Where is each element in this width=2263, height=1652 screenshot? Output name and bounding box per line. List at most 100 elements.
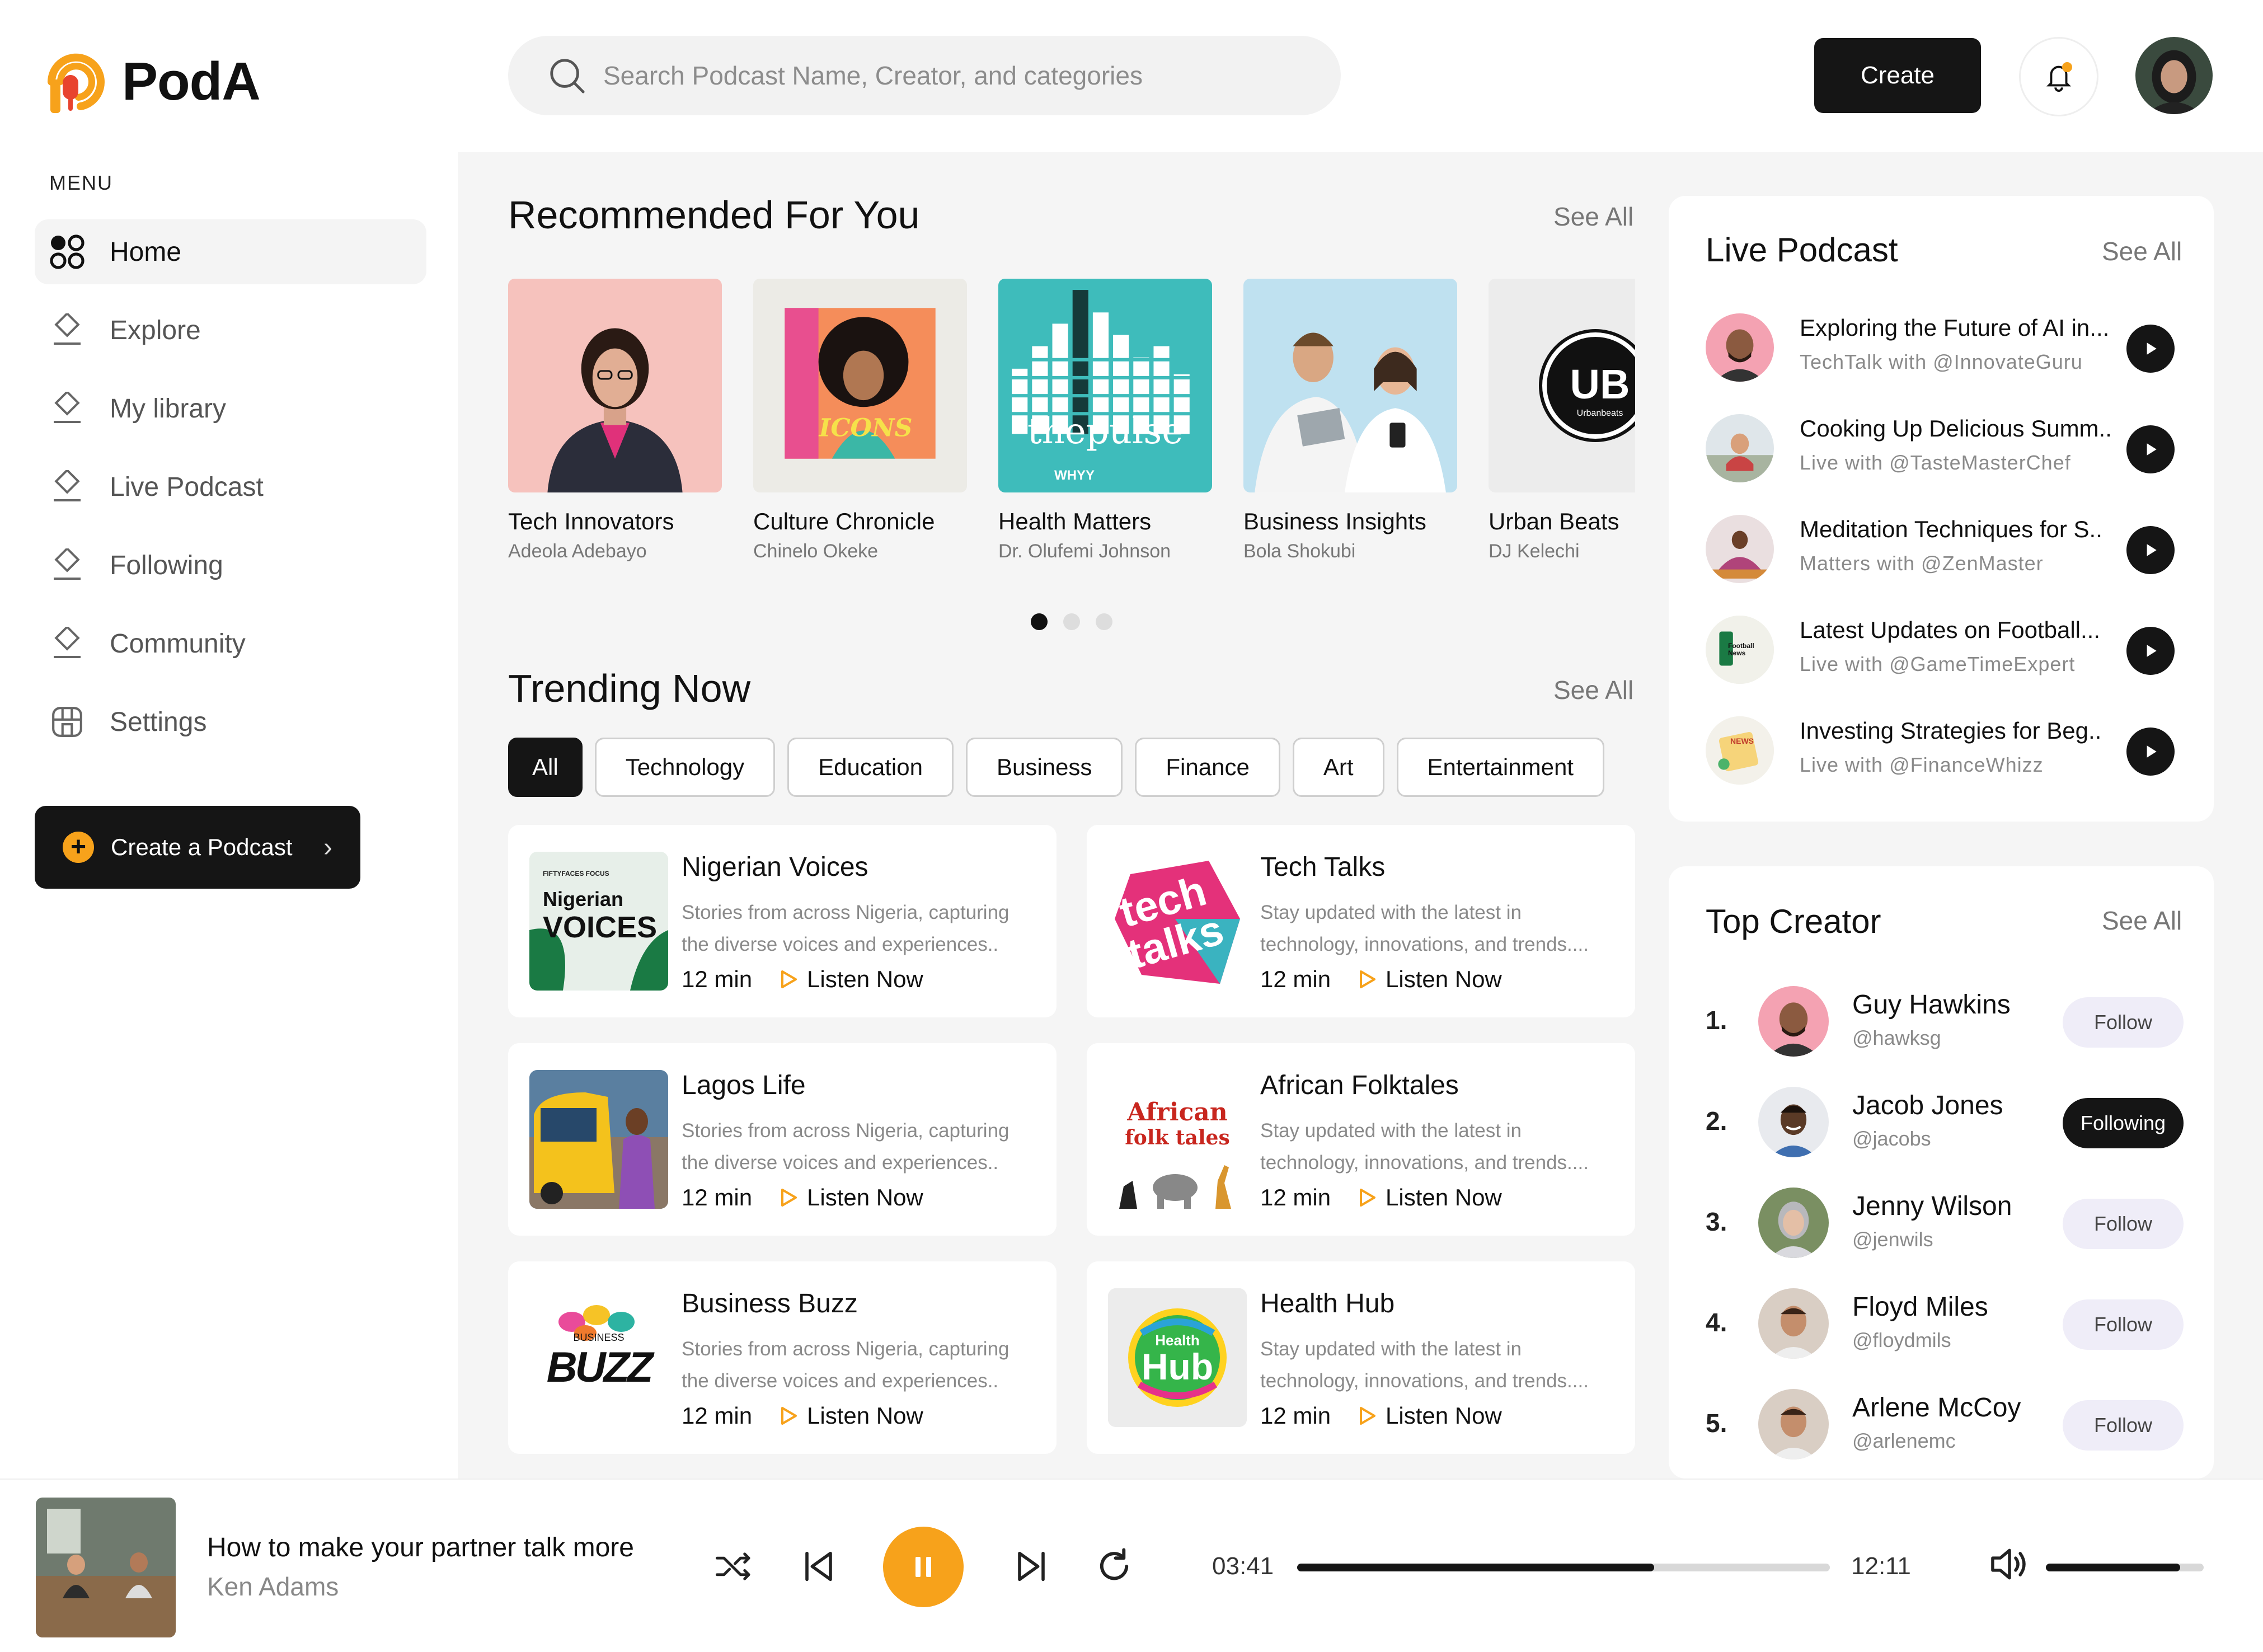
following-button[interactable]: Following [2063, 1098, 2184, 1148]
creator-avatar[interactable] [1758, 1087, 1829, 1157]
category-chip-finance[interactable]: Finance [1135, 738, 1280, 797]
sidebar-item-following[interactable]: Following [35, 533, 426, 598]
listen-now-button[interactable]: Listen Now [1355, 1184, 1502, 1211]
progress-bar[interactable] [1297, 1564, 1830, 1571]
previous-button[interactable] [794, 1541, 844, 1592]
create-podcast-button[interactable]: + Create a Podcast › [35, 806, 360, 889]
recommended-see-all-link[interactable]: See All [1553, 201, 1633, 232]
podcast-cover: ICONS [753, 279, 967, 492]
sidebar-item-live-podcast[interactable]: Live Podcast [35, 454, 426, 519]
brand-name: PodA [122, 51, 261, 111]
follow-button[interactable]: Follow [2063, 1299, 2184, 1350]
follow-button[interactable]: Follow [2063, 1199, 2184, 1249]
repeat-button[interactable] [1089, 1541, 1139, 1592]
notification-dot [2062, 62, 2072, 72]
trending-see-all-link[interactable]: See All [1553, 675, 1633, 705]
play-button[interactable] [2126, 425, 2175, 473]
pause-button[interactable] [883, 1527, 964, 1607]
live-item[interactable]: Exploring the Future of AI in... TechTal… [1706, 311, 2181, 384]
create-button[interactable]: Create [1814, 38, 1981, 113]
volume-slider[interactable] [2046, 1564, 2204, 1571]
carousel-dot[interactable] [1096, 613, 1112, 630]
podcast-card[interactable]: ICONS Culture Chronicle Chinelo Okeke [753, 279, 967, 562]
sidebar-item-my-library[interactable]: My library [35, 376, 426, 441]
listen-now-button[interactable]: Listen Now [777, 1402, 923, 1429]
podcast-card[interactable]: thepulse WHYY Health Matters Dr. Olufemi… [998, 279, 1212, 562]
podcast-card[interactable]: UB Urbanbeats Urban Beats DJ Kelechi [1489, 279, 1635, 562]
notification-button[interactable] [2019, 37, 2098, 116]
creator-avatar[interactable] [1758, 1288, 1829, 1359]
sidebar-item-community[interactable]: Community [35, 611, 426, 676]
cover-title: Hub [1141, 1346, 1214, 1387]
play-button[interactable] [2126, 627, 2175, 675]
listen-now-button[interactable]: Listen Now [777, 1184, 923, 1211]
trending-description: Stories from across Nigeria, capturing t… [682, 1120, 1010, 1174]
now-playing-cover[interactable] [36, 1498, 176, 1637]
volume-button[interactable] [1987, 1541, 2037, 1592]
live-item[interactable]: Football News Latest Updates on Football… [1706, 613, 2181, 686]
creator-name[interactable]: Jacob Jones [1852, 1090, 2003, 1121]
podcast-cover: FIFTYFACES FOCUS Nigerian VOICES [529, 852, 668, 991]
sidebar-item-home[interactable]: Home [35, 219, 426, 284]
category-chip-business[interactable]: Business [965, 738, 1123, 797]
play-button[interactable] [2126, 526, 2175, 574]
play-outline-icon [1360, 1189, 1375, 1207]
creator-name[interactable]: Guy Hawkins [1852, 989, 2011, 1020]
creator-avatar[interactable] [1758, 986, 1829, 1057]
live-host: Live with @GameTimeExpert [1800, 653, 2076, 675]
search-bar[interactable] [508, 36, 1341, 115]
creators-see-all-link[interactable]: See All [2102, 905, 2182, 936]
trending-card[interactable]: tech talks Tech Talks Stay updated with … [1087, 825, 1635, 1017]
category-chip-education[interactable]: Education [787, 738, 954, 797]
podcast-cover: Health Hub [1108, 1288, 1247, 1427]
podcast-author: Dr. Olufemi Johnson [998, 541, 1171, 562]
carousel-dot[interactable] [1031, 613, 1048, 630]
live-item[interactable]: Cooking Up Delicious Summ.. Live with @T… [1706, 412, 2181, 485]
repeat-icon [1100, 1548, 1129, 1580]
trending-card[interactable]: African folk tales African Folktales Sta… [1087, 1043, 1635, 1236]
listen-now-button[interactable]: Listen Now [1355, 1402, 1502, 1429]
logo[interactable]: PodA [47, 48, 261, 115]
listen-now-button[interactable]: Listen Now [777, 966, 923, 993]
category-chip-all[interactable]: All [508, 738, 583, 797]
carousel-dot[interactable] [1063, 613, 1080, 630]
play-icon [2147, 645, 2157, 657]
search-input[interactable] [603, 60, 1331, 91]
sidebar-item-label: Community [110, 628, 246, 659]
category-chip-technology[interactable]: Technology [594, 738, 776, 797]
live-item[interactable]: Meditation Techniques for S.. Matters wi… [1706, 513, 2181, 585]
next-button[interactable] [1006, 1541, 1057, 1592]
trending-card[interactable]: BUSINESS BUZZ Business Buzz Stories from… [508, 1261, 1057, 1454]
plus-icon: + [63, 832, 94, 863]
trending-card[interactable]: Health Hub Health Hub Stay updated with … [1087, 1261, 1635, 1454]
category-chip-art[interactable]: Art [1292, 738, 1384, 797]
user-avatar[interactable] [2135, 37, 2213, 114]
live-see-all-link[interactable]: See All [2102, 236, 2182, 266]
follow-button[interactable]: Follow [2063, 997, 2184, 1048]
cover-title: BUZZ [546, 1344, 654, 1391]
creator-name[interactable]: Floyd Miles [1852, 1292, 1988, 1322]
creator-name[interactable]: Jenny Wilson [1852, 1191, 2012, 1222]
listen-now-button[interactable]: Listen Now [1355, 966, 1502, 993]
skip-forward-icon [1018, 1551, 1045, 1581]
live-host: Matters with @ZenMaster [1800, 552, 2044, 575]
live-avatar: NEWS [1706, 716, 1774, 785]
creator-avatar[interactable] [1758, 1188, 1829, 1258]
live-title: Meditation Techniques for S.. [1800, 516, 2102, 542]
live-item[interactable]: NEWS Investing Strategies for Beg.. Live… [1706, 714, 2181, 787]
podcast-author: Bola Shokubi [1243, 541, 1356, 562]
podcast-card[interactable]: Tech Innovators Adeola Adebayo [508, 279, 722, 562]
sidebar-item-explore[interactable]: Explore [35, 298, 426, 363]
shuffle-button[interactable] [708, 1541, 759, 1592]
play-button[interactable] [2126, 325, 2175, 373]
category-chip-entertainment[interactable]: Entertainment [1396, 738, 1604, 797]
trending-card[interactable]: Lagos Life Stories from across Nigeria, … [508, 1043, 1057, 1236]
trending-description: Stories from across Nigeria, capturing t… [682, 902, 1010, 955]
follow-button[interactable]: Follow [2063, 1400, 2184, 1451]
play-button[interactable] [2126, 728, 2175, 776]
creator-name[interactable]: Arlene McCoy [1852, 1392, 2021, 1423]
sidebar-item-settings[interactable]: Settings [35, 689, 426, 754]
creator-avatar[interactable] [1758, 1389, 1829, 1459]
podcast-card[interactable]: Business Insights Bola Shokubi [1243, 279, 1457, 562]
trending-card[interactable]: FIFTYFACES FOCUS Nigerian VOICES Nigeria… [508, 825, 1057, 1017]
